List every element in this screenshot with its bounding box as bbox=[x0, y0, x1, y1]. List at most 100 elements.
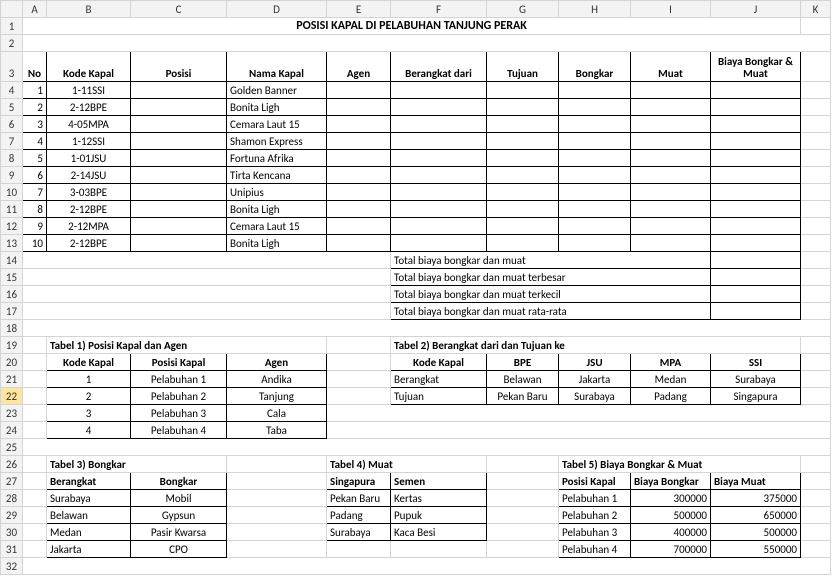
cell[interactable] bbox=[327, 133, 391, 150]
row-2[interactable]: 2 bbox=[1, 35, 23, 52]
cell[interactable] bbox=[391, 99, 487, 116]
cell[interactable] bbox=[631, 133, 711, 150]
cell[interactable]: 2 bbox=[47, 388, 131, 405]
col-B[interactable]: B bbox=[47, 1, 131, 18]
cell[interactable] bbox=[131, 150, 227, 167]
cell[interactable]: 2-12BPE bbox=[47, 99, 131, 116]
cell[interactable]: Pelabuhan 3 bbox=[131, 405, 227, 422]
cell[interactable] bbox=[391, 150, 487, 167]
col-E[interactable]: E bbox=[327, 1, 391, 18]
cell[interactable] bbox=[631, 218, 711, 235]
col-A[interactable]: A bbox=[23, 1, 47, 18]
row-32[interactable]: 32 bbox=[1, 558, 23, 575]
cell[interactable]: 1 bbox=[23, 82, 47, 99]
cell[interactable] bbox=[711, 150, 801, 167]
cell[interactable]: Padang bbox=[631, 388, 711, 405]
cell[interactable] bbox=[327, 235, 391, 252]
cell[interactable] bbox=[711, 286, 801, 303]
row-23[interactable]: 23 bbox=[1, 405, 23, 422]
cell[interactable] bbox=[131, 235, 227, 252]
cell[interactable]: Andika bbox=[227, 371, 327, 388]
cell[interactable] bbox=[487, 167, 559, 184]
row-22[interactable]: 22 bbox=[1, 388, 23, 405]
row-5[interactable]: 5 bbox=[1, 99, 23, 116]
row-9[interactable]: 9 bbox=[1, 167, 23, 184]
cell[interactable]: 1-12SSI bbox=[47, 133, 131, 150]
cell[interactable]: Pelabuhan 2 bbox=[559, 507, 631, 524]
cell[interactable] bbox=[559, 184, 631, 201]
cell[interactable] bbox=[711, 167, 801, 184]
cell[interactable] bbox=[487, 99, 559, 116]
col-C[interactable]: C bbox=[131, 1, 227, 18]
cell[interactable]: Pelabuhan 4 bbox=[559, 541, 631, 558]
row-26[interactable]: 26 bbox=[1, 456, 23, 473]
cell[interactable] bbox=[391, 235, 487, 252]
cell[interactable] bbox=[631, 201, 711, 218]
cell[interactable] bbox=[391, 167, 487, 184]
cell[interactable] bbox=[487, 150, 559, 167]
col-F[interactable]: F bbox=[391, 1, 487, 18]
cell[interactable]: 8 bbox=[23, 201, 47, 218]
cell[interactable]: 2 bbox=[23, 99, 47, 116]
row-10[interactable]: 10 bbox=[1, 184, 23, 201]
cell[interactable]: Taba bbox=[227, 422, 327, 439]
row-11[interactable]: 11 bbox=[1, 201, 23, 218]
cell[interactable] bbox=[131, 218, 227, 235]
cell[interactable] bbox=[327, 99, 391, 116]
cell[interactable]: 3 bbox=[23, 116, 47, 133]
cell[interactable]: 2-14JSU bbox=[47, 167, 131, 184]
cell[interactable] bbox=[391, 133, 487, 150]
cell[interactable]: Mobil bbox=[131, 490, 227, 507]
row-28[interactable]: 28 bbox=[1, 490, 23, 507]
cell[interactable]: 9 bbox=[23, 218, 47, 235]
cell[interactable]: 400000 bbox=[631, 524, 711, 541]
cell[interactable]: Pelabuhan 1 bbox=[559, 490, 631, 507]
cell[interactable] bbox=[711, 133, 801, 150]
cell[interactable]: Medan bbox=[47, 524, 131, 541]
cell[interactable]: Padang bbox=[327, 507, 391, 524]
cell[interactable]: Shamon Express bbox=[227, 133, 327, 150]
cell[interactable] bbox=[711, 269, 801, 286]
cell[interactable]: Pelabuhan 4 bbox=[131, 422, 227, 439]
cell[interactable]: Pelabuhan 2 bbox=[131, 388, 227, 405]
cell[interactable]: Surabaya bbox=[327, 524, 391, 541]
cell[interactable]: Jakarta bbox=[559, 371, 631, 388]
cell[interactable]: Golden Banner bbox=[227, 82, 327, 99]
cell[interactable]: 500000 bbox=[711, 524, 801, 541]
row-14[interactable]: 14 bbox=[1, 252, 23, 269]
cell[interactable]: 375000 bbox=[711, 490, 801, 507]
row-7[interactable]: 7 bbox=[1, 133, 23, 150]
cell[interactable] bbox=[487, 235, 559, 252]
cell[interactable] bbox=[327, 116, 391, 133]
cell[interactable]: Fortuna Afrika bbox=[227, 150, 327, 167]
row-25[interactable]: 25 bbox=[1, 439, 23, 456]
cell[interactable]: Bonita Ligh bbox=[227, 99, 327, 116]
cell[interactable]: Singapura bbox=[711, 388, 801, 405]
col-J[interactable]: J bbox=[711, 1, 801, 18]
cell[interactable]: Semen bbox=[391, 473, 487, 490]
cell[interactable]: Jakarta bbox=[47, 541, 131, 558]
cell[interactable]: Tujuan bbox=[391, 388, 487, 405]
cell[interactable]: Tirta Kencana bbox=[227, 167, 327, 184]
cell[interactable] bbox=[487, 184, 559, 201]
cell[interactable] bbox=[559, 150, 631, 167]
cell[interactable] bbox=[327, 167, 391, 184]
cell[interactable] bbox=[391, 116, 487, 133]
cell[interactable] bbox=[487, 116, 559, 133]
cell[interactable]: 2-12MPA bbox=[47, 218, 131, 235]
col-G[interactable]: G bbox=[487, 1, 559, 18]
cell[interactable] bbox=[131, 184, 227, 201]
cell[interactable] bbox=[391, 218, 487, 235]
cell[interactable] bbox=[559, 201, 631, 218]
cell[interactable] bbox=[711, 201, 801, 218]
cell[interactable]: Berangkat bbox=[391, 371, 487, 388]
cell[interactable] bbox=[631, 116, 711, 133]
row-16[interactable]: 16 bbox=[1, 286, 23, 303]
cell[interactable]: 2-12BPE bbox=[47, 235, 131, 252]
row-18[interactable]: 18 bbox=[1, 320, 23, 337]
cell[interactable] bbox=[711, 235, 801, 252]
cell[interactable]: Pekan Baru bbox=[487, 388, 559, 405]
cell[interactable]: Singapura bbox=[327, 473, 391, 490]
cell[interactable] bbox=[131, 116, 227, 133]
row-17[interactable]: 17 bbox=[1, 303, 23, 320]
